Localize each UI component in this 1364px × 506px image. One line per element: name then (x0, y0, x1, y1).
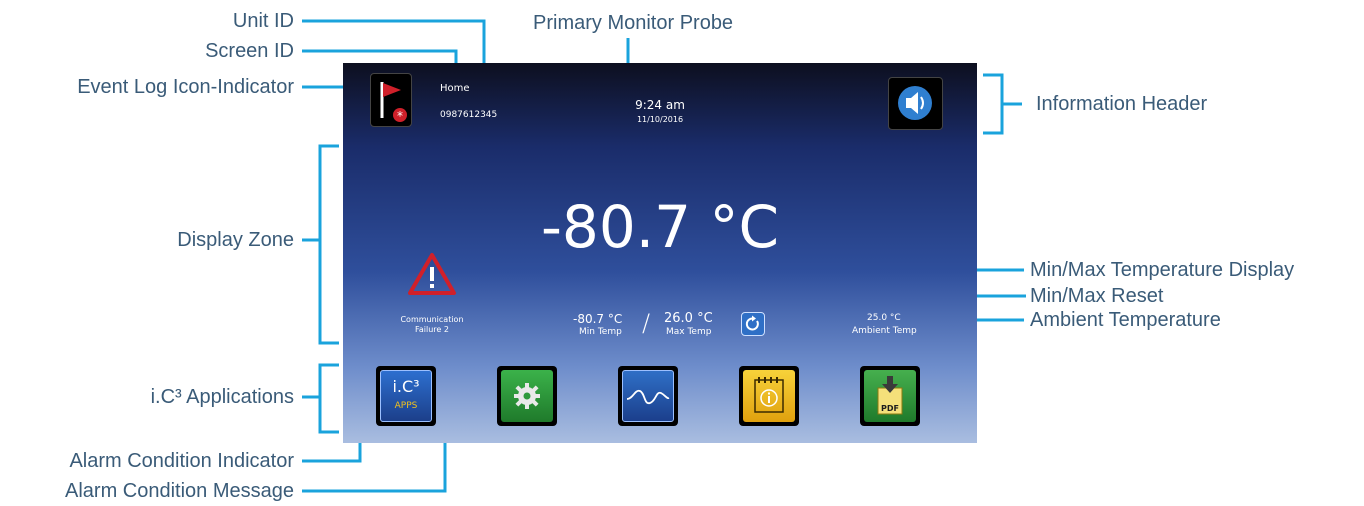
apps-label: APPS (394, 401, 418, 411)
pdf-label: PDF (881, 404, 899, 413)
notes-button[interactable] (739, 366, 799, 426)
alarm-triangle-icon[interactable] (406, 251, 458, 297)
label-primary-probe: Primary Monitor Probe (533, 12, 734, 34)
minmax-reset-button[interactable] (741, 312, 765, 336)
settings-gear-icon (514, 383, 540, 409)
label-ambient: Ambient Temperature (1030, 309, 1221, 331)
graph-icon (626, 389, 670, 405)
label-screen-id: Screen ID (205, 40, 294, 62)
ambient-temp-label: Ambient Temp (852, 326, 917, 336)
min-temp-value: -80.7 °C (573, 312, 623, 326)
screen-id: Home (440, 83, 470, 94)
alarm-message-line1: Communication (400, 315, 464, 324)
apps-button[interactable]: i.C³ APPS (376, 366, 436, 426)
device-screen: * Home 0987612345 9:24 am 11/10/2016 -80… (343, 63, 977, 443)
label-minmax-display: Min/Max Temperature Display (1030, 259, 1295, 281)
event-log-button[interactable]: * (370, 73, 412, 127)
label-event-log: Event Log Icon-Indicator (77, 76, 294, 98)
min-temp-label: Min Temp (579, 327, 622, 337)
speaker-icon (898, 86, 932, 120)
graph-button[interactable] (618, 366, 678, 426)
apps-logo: i.C³ (392, 377, 420, 396)
pdf-export-button[interactable]: PDF (860, 366, 920, 426)
label-alarm-indicator: Alarm Condition Indicator (69, 450, 294, 472)
apps-icon: i.C³ APPS (380, 370, 432, 422)
reset-icon (745, 315, 759, 331)
label-info-header: Information Header (1036, 93, 1208, 115)
label-apps: i.C³ Applications (150, 386, 294, 408)
alarm-message-line2: Failure 2 (415, 325, 449, 334)
flag-icon: * (380, 82, 407, 123)
label-display-zone: Display Zone (177, 229, 294, 251)
mute-button[interactable] (888, 77, 943, 130)
pdf-download-icon (877, 376, 903, 415)
label-unit-id: Unit ID (232, 10, 294, 32)
label-minmax-reset: Min/Max Reset (1030, 285, 1164, 307)
clock-time: 9:24 am (635, 98, 685, 112)
notes-icon (754, 377, 784, 413)
clock-date: 11/10/2016 (636, 115, 684, 124)
settings-button[interactable] (497, 366, 557, 426)
ambient-temp-value: 25.0 °C (867, 313, 901, 323)
max-temp-label: Max Temp (666, 327, 712, 337)
max-temp-value: 26.0 °C (664, 311, 713, 326)
minmax-separator: / (642, 309, 651, 337)
label-alarm-message: Alarm Condition Message (65, 480, 294, 502)
unit-id: 0987612345 (440, 110, 498, 120)
svg-text:*: * (397, 109, 403, 123)
